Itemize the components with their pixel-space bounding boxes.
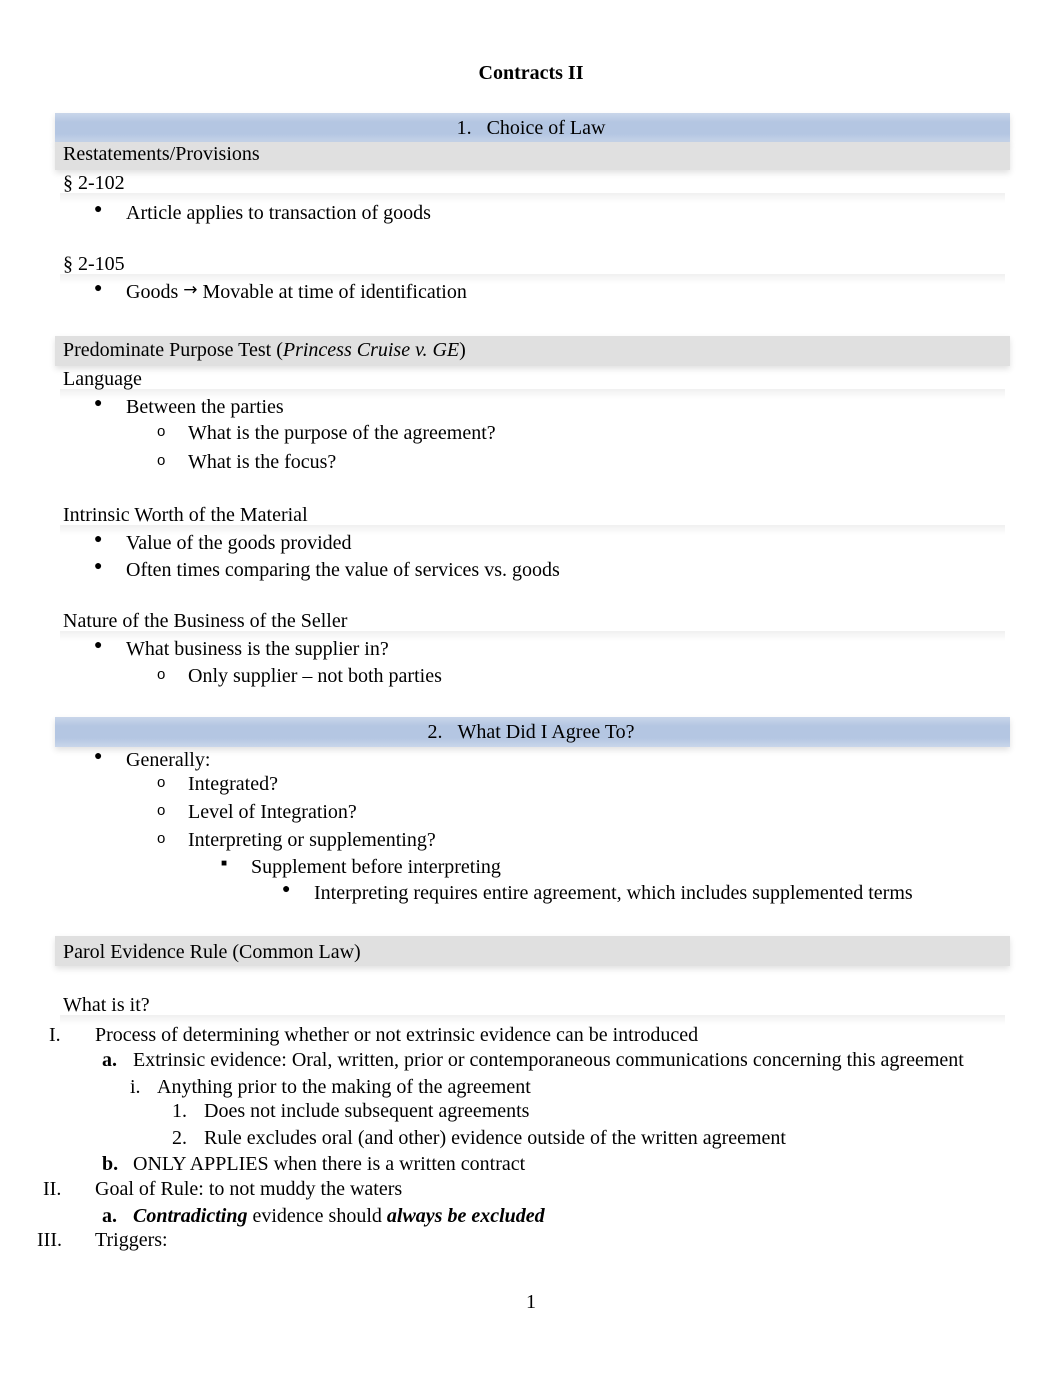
circle-bullet-icon: o xyxy=(157,774,166,791)
page-number: 1 xyxy=(526,1291,536,1313)
list-item: Goods → Movable at time of identificatio… xyxy=(126,280,467,305)
outline-item: Goal of Rule: to not muddy the waters xyxy=(95,1178,403,1200)
factor-intrinsic-worth-label: Intrinsic Worth of the Material xyxy=(63,504,308,526)
bullet-icon: ● xyxy=(94,202,103,217)
case-name: Princess Cruise v. GE xyxy=(282,339,460,361)
list-item: Integrated? xyxy=(188,773,278,795)
goods-term: Goods xyxy=(126,281,179,303)
list-item: Interpreting requires entire agreement, … xyxy=(314,882,913,904)
section-2-heading: 2. What Did I Agree To? xyxy=(0,720,1062,744)
arrow-right-icon: → xyxy=(183,280,198,300)
outline-item: Does not include subsequent agreements xyxy=(204,1100,530,1122)
list-item: Value of the goods provided xyxy=(126,532,352,554)
factor-language-label: Language xyxy=(63,368,142,390)
circle-bullet-icon: o xyxy=(157,802,166,819)
section-2-title: What Did I Agree To? xyxy=(457,721,635,743)
predominate-purpose-heading: Predominate Purpose Test (Princess Cruis… xyxy=(63,338,466,362)
parol-evidence-heading: Parol Evidence Rule (Common Law) xyxy=(63,941,361,963)
list-item: What business is the supplier in? xyxy=(126,638,389,660)
outline-marker: a. xyxy=(102,1205,117,1227)
outline-item: Extrinsic evidence: Oral, written, prior… xyxy=(133,1049,964,1071)
circle-bullet-icon: o xyxy=(157,830,166,847)
list-item: Supplement before interpreting xyxy=(251,856,501,878)
outline-item: Anything prior to the making of the agre… xyxy=(157,1076,531,1098)
emphasis-text: always be excluded xyxy=(386,1205,545,1227)
document-title: Contracts II xyxy=(478,62,584,84)
emphasis-text: Contradicting xyxy=(133,1205,248,1227)
list-item: Level of Integration? xyxy=(188,801,357,823)
outline-marker: III. xyxy=(37,1229,62,1251)
list-item: Between the parties xyxy=(126,396,284,418)
bullet-icon: ● xyxy=(94,559,103,574)
outline-marker: i. xyxy=(130,1076,141,1098)
list-item: Only supplier – not both parties xyxy=(188,665,442,687)
outline-marker: I. xyxy=(49,1024,61,1046)
circle-bullet-icon: o xyxy=(157,423,166,440)
circle-bullet-icon: o xyxy=(157,452,166,469)
heading-text: Predominate Purpose Test ( xyxy=(63,339,283,361)
outline-marker: b. xyxy=(102,1153,119,1175)
outline-item: Contradicting evidence should always be … xyxy=(133,1204,545,1228)
bullet-icon: ● xyxy=(94,638,103,653)
section-1-number: 1. xyxy=(456,117,472,139)
restatements-heading: Restatements/Provisions xyxy=(63,143,260,165)
outline-text: evidence should xyxy=(247,1205,387,1227)
outline-marker: a. xyxy=(102,1049,117,1071)
outline-item: Rule excludes oral (and other) evidence … xyxy=(204,1127,786,1149)
list-item: Often times comparing the value of servi… xyxy=(126,559,560,581)
list-item: Interpreting or supplementing? xyxy=(188,829,436,851)
square-bullet-icon: ■ xyxy=(221,858,228,869)
bullet-icon: ● xyxy=(94,281,103,296)
provision-2-102-label: § 2-102 xyxy=(63,172,125,194)
outline-marker: 2. xyxy=(172,1127,187,1149)
bullet-icon: ● xyxy=(94,396,103,411)
heading-text: ) xyxy=(459,339,466,361)
list-item: Generally: xyxy=(126,749,211,771)
section-1-title: Choice of Law xyxy=(486,117,606,139)
what-is-it-label: What is it? xyxy=(63,994,150,1016)
list-item: Article applies to transaction of goods xyxy=(126,202,431,224)
list-item: What is the purpose of the agreement? xyxy=(188,422,496,444)
goods-definition: Movable at time of identification xyxy=(202,281,467,303)
outline-item: Process of determining whether or not ex… xyxy=(95,1024,699,1046)
outline-marker: II. xyxy=(43,1178,62,1200)
provision-2-105-label: § 2-105 xyxy=(63,253,125,275)
factor-nature-of-business-label: Nature of the Business of the Seller xyxy=(63,610,348,632)
bullet-icon: ● xyxy=(94,749,103,764)
bullet-icon: ● xyxy=(282,882,291,897)
bullet-icon: ● xyxy=(94,532,103,547)
outline-item: ONLY APPLIES when there is a written con… xyxy=(133,1153,526,1175)
section-1-heading: 1. Choice of Law xyxy=(0,116,1062,140)
circle-bullet-icon: o xyxy=(157,666,166,683)
outline-marker: 1. xyxy=(172,1100,187,1122)
outline-item: Triggers: xyxy=(95,1229,168,1251)
list-item: What is the focus? xyxy=(188,451,337,473)
section-2-number: 2. xyxy=(427,721,443,743)
